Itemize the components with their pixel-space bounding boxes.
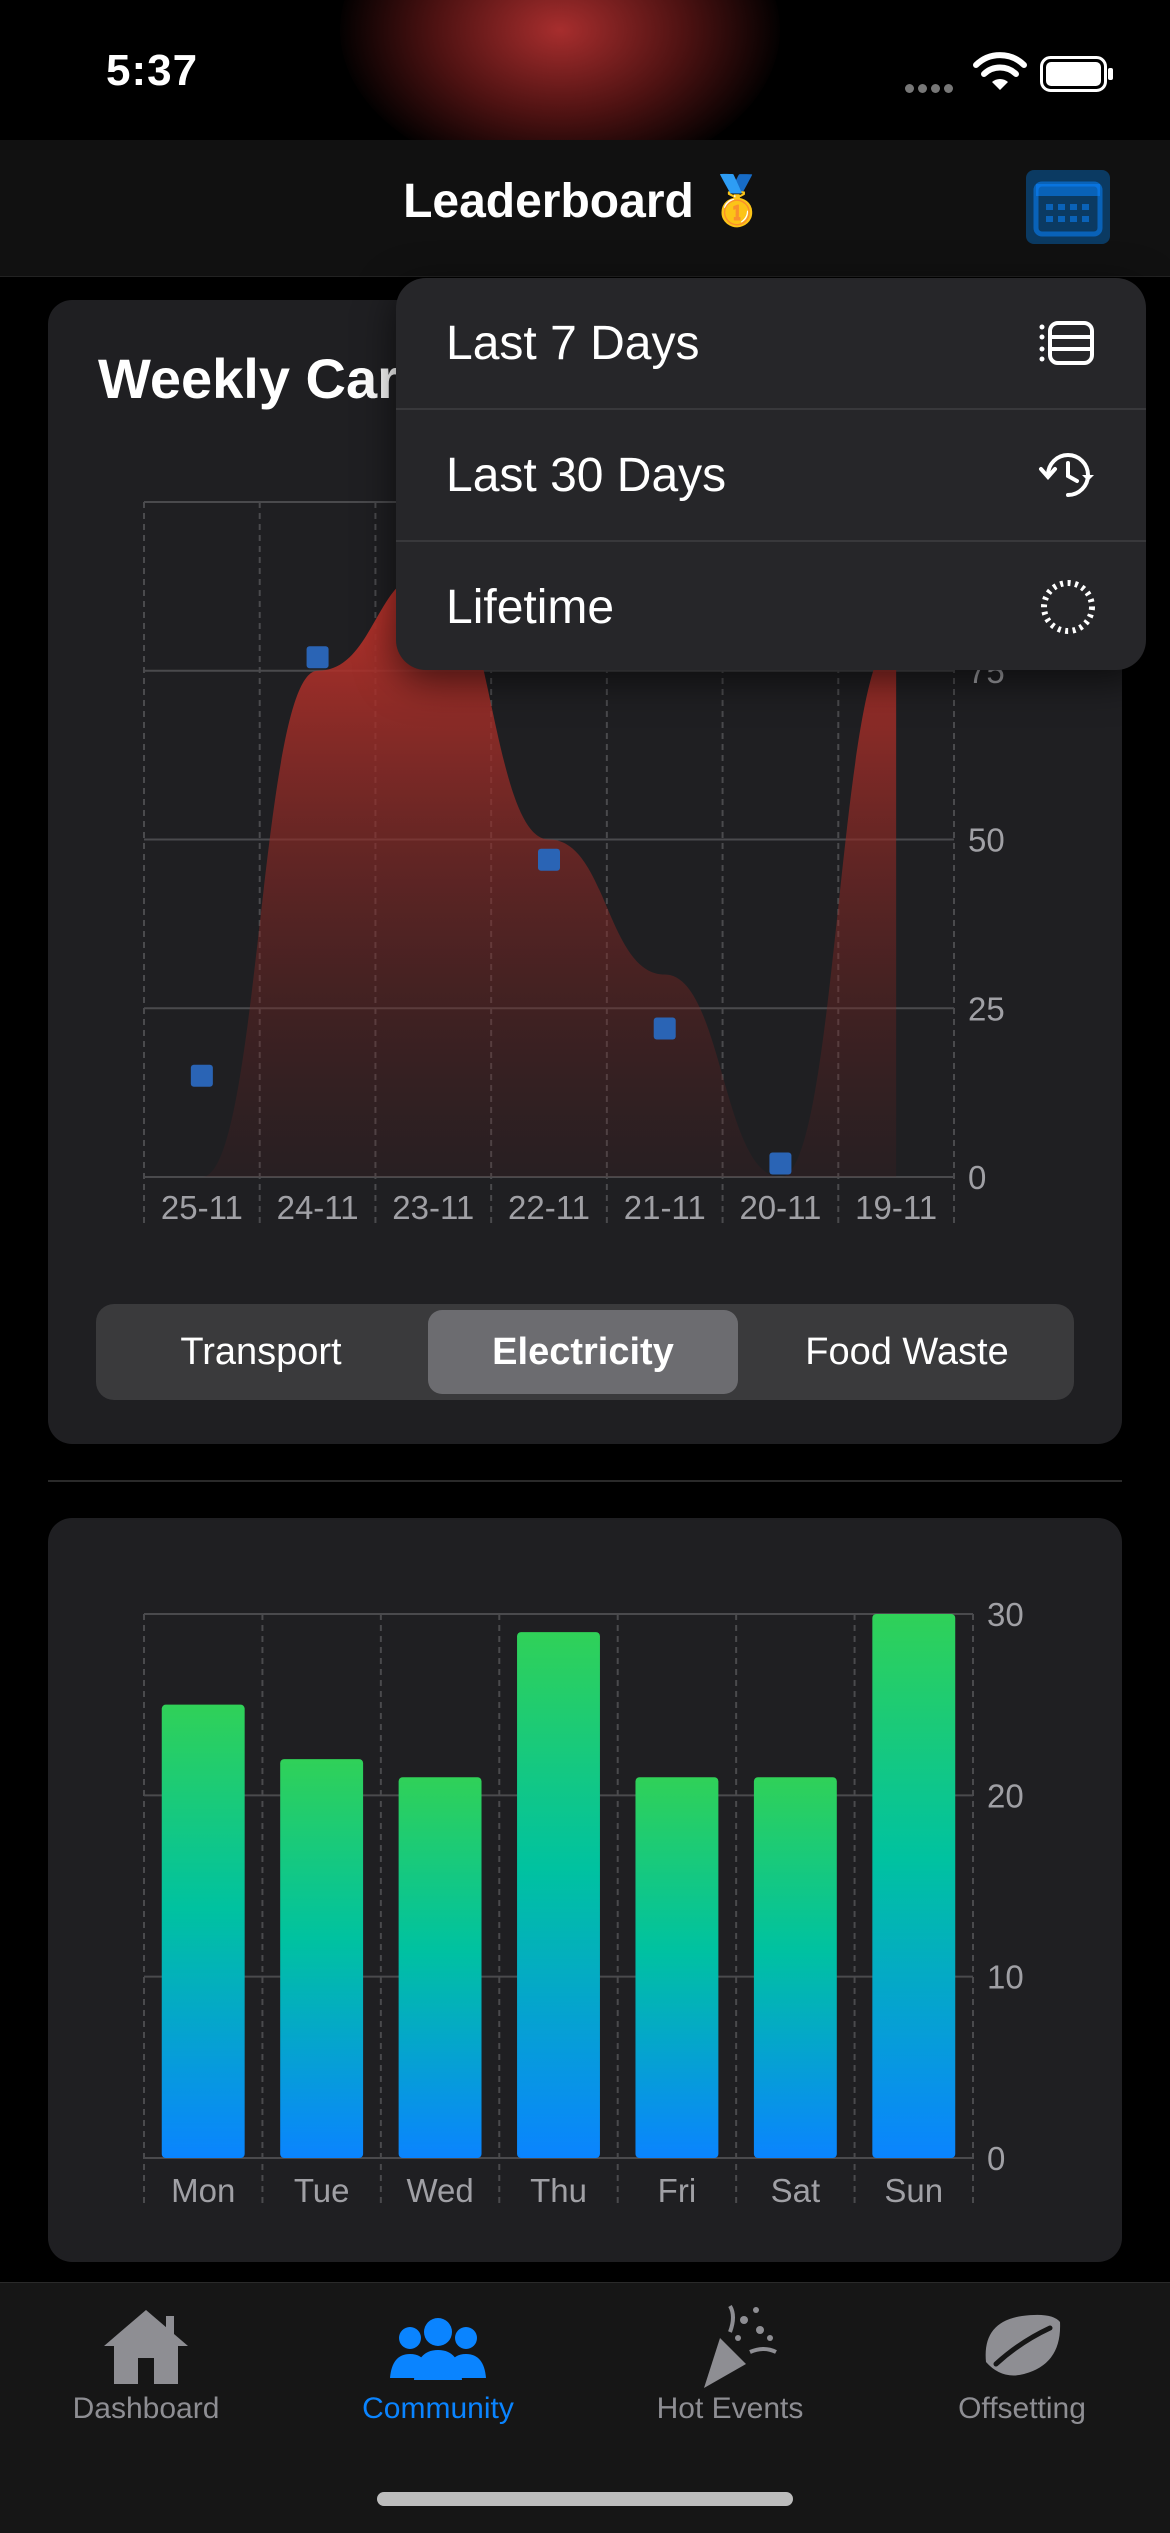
menu-item-lifetime[interactable]: Lifetime: [396, 540, 1146, 670]
bar: [280, 1759, 364, 2158]
home-indicator: [377, 2492, 793, 2506]
tab-community[interactable]: Community: [292, 2290, 584, 2440]
tab-label: Offsetting: [958, 2392, 1086, 2425]
bar: [398, 1777, 482, 2158]
bar: [517, 1632, 600, 2158]
bar: [161, 1704, 245, 2158]
x-tick-label: Tue: [294, 2172, 350, 2209]
tab-dashboard[interactable]: Dashboard: [0, 2290, 292, 2440]
x-tick-label: Sat: [771, 2172, 821, 2209]
tab-label: Dashboard: [72, 2392, 220, 2425]
x-tick-label: Wed: [406, 2172, 473, 2209]
house-icon: [104, 2310, 188, 2384]
menu-item-label: Last 7 Days: [446, 316, 700, 370]
tab-hot-events[interactable]: Hot Events: [584, 2290, 876, 2440]
people-icon: [390, 2318, 486, 2380]
tab-label: Hot Events: [656, 2392, 804, 2425]
time-range-dropdown: Last 7 Days Last 30 Days Lifetime: [396, 278, 1146, 670]
tab-offsetting[interactable]: Offsetting: [876, 2290, 1168, 2440]
x-tick-label: Sun: [884, 2172, 943, 2209]
history-icon: [1039, 453, 1094, 497]
x-tick-label: Fri: [658, 2172, 696, 2209]
y-tick-label: 20: [987, 1777, 1024, 1814]
bar: [753, 1777, 837, 2158]
menu-item-last-7-days[interactable]: Last 7 Days: [396, 278, 1146, 408]
y-tick-label: 30: [987, 1596, 1024, 1633]
x-tick-label: Mon: [171, 2172, 235, 2209]
leaf-icon: [985, 2314, 1061, 2376]
menu-item-last-30-days[interactable]: Last 30 Days: [396, 408, 1146, 540]
menu-item-label: Lifetime: [446, 580, 615, 634]
bar: [635, 1777, 719, 2158]
bar: [872, 1614, 956, 2158]
menu-item-label: Last 30 Days: [446, 448, 727, 502]
list-icon: [1039, 321, 1094, 365]
y-tick-label: 10: [987, 1959, 1024, 1996]
party-popper-icon: [704, 2304, 777, 2388]
circle-dashed-icon: [1041, 580, 1095, 634]
tab-label: Community: [362, 2392, 514, 2425]
x-tick-label: Thu: [530, 2172, 587, 2209]
y-tick-label: 0: [987, 2140, 1005, 2177]
